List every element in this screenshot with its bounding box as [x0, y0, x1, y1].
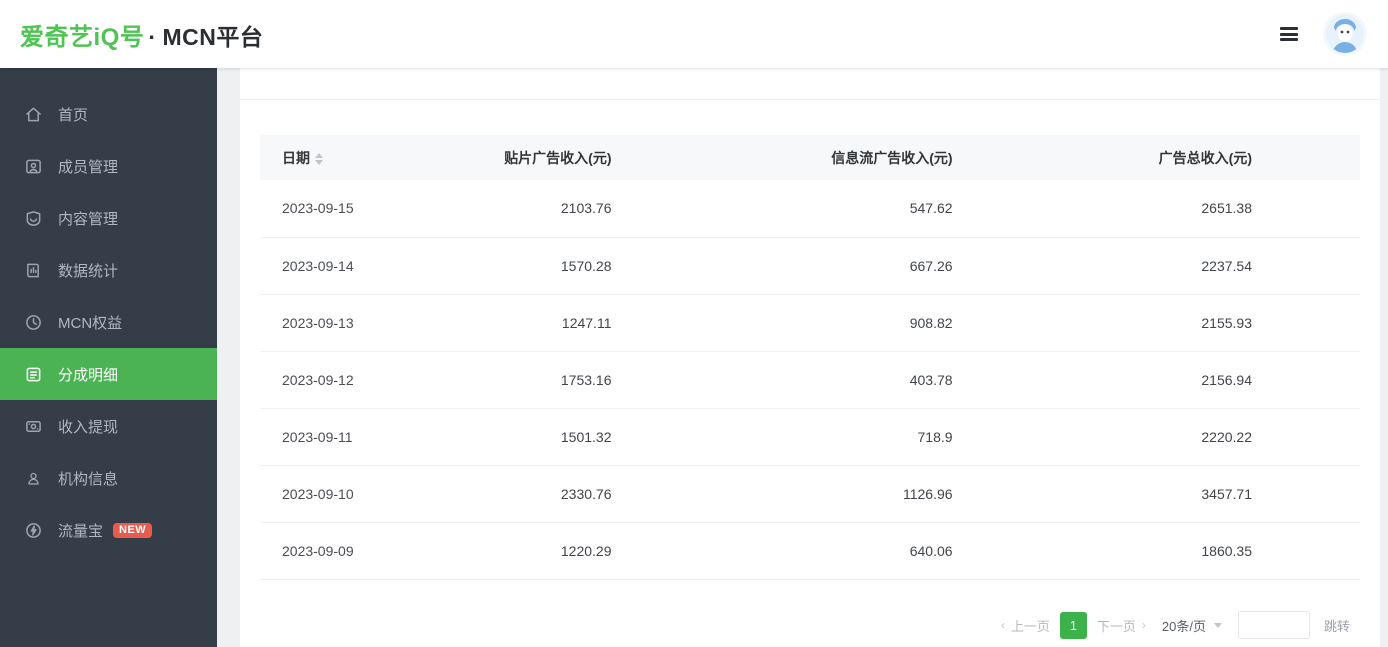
logo-separator: ·: [148, 24, 156, 51]
cell-feed-revenue: 1126.96: [719, 465, 1060, 522]
withdraw-icon: [24, 417, 42, 435]
sidebar-item-label: 首页: [58, 104, 88, 125]
sidebar-item-label: MCN权益: [58, 312, 122, 333]
cell-preroll-revenue: 1753.16: [399, 351, 719, 408]
cell-date: 2023-09-09: [260, 522, 399, 579]
sidebar-item-label: 数据统计: [58, 260, 118, 281]
cell-total-revenue: 1860.35: [1061, 522, 1360, 579]
jump-button[interactable]: 跳转: [1324, 616, 1350, 635]
logo-brand-text: 爱奇艺iQ号: [20, 17, 144, 52]
sidebar-item-6[interactable]: 分成明细: [0, 348, 217, 400]
cell-feed-revenue: 640.06: [719, 522, 1060, 579]
sidebar-item-label: 内容管理: [58, 208, 118, 229]
topbar-actions: [1280, 15, 1364, 53]
clock-icon: [24, 313, 42, 331]
prev-arrow-icon: ‹: [1001, 618, 1005, 632]
cell-total-revenue: 2155.93: [1061, 294, 1360, 351]
table-row: 2023-09-091220.29640.061860.35: [260, 522, 1360, 579]
logo-platform-text: MCN平台: [163, 18, 264, 52]
sidebar-item-8[interactable]: 机构信息: [0, 452, 217, 504]
home-icon: [24, 105, 42, 123]
sidebar-item-label: 成员管理: [58, 156, 118, 177]
content-card: 日期 贴片广告收入(元) 信息流广告收入(元) 广告总收入(元) 2023-09…: [240, 68, 1380, 647]
jump-page-input[interactable]: [1238, 611, 1310, 639]
next-page-button[interactable]: 下一页 ›: [1097, 616, 1146, 635]
avatar-figure-icon: [1326, 15, 1364, 53]
cell-total-revenue: 2220.22: [1061, 408, 1360, 465]
sidebar-item-9[interactable]: 流量宝 NEW: [0, 504, 217, 556]
column-header-feed: 信息流广告收入(元): [719, 135, 1060, 180]
table-row: 2023-09-131247.11908.822155.93: [260, 294, 1360, 351]
sidebar-item-2[interactable]: 成员管理: [0, 140, 217, 192]
next-arrow-icon: ›: [1142, 618, 1146, 632]
cell-total-revenue: 2651.38: [1061, 180, 1360, 237]
sidebar-nav: 首页成员管理内容管理数据统计 MCN权益分成明细收入提现机构信息流量宝 NEW: [0, 68, 217, 647]
members-icon: [24, 157, 42, 175]
new-badge: NEW: [113, 523, 152, 538]
cell-date: 2023-09-15: [260, 180, 399, 237]
cell-total-revenue: 2237.54: [1061, 237, 1360, 294]
page-size-label: 20条/页: [1162, 616, 1206, 635]
cell-feed-revenue: 718.9: [719, 408, 1060, 465]
next-page-label: 下一页: [1097, 616, 1136, 635]
cell-date: 2023-09-14: [260, 237, 399, 294]
column-header-preroll: 贴片广告收入(元): [399, 135, 719, 180]
sidebar-item-1[interactable]: 首页: [0, 88, 217, 140]
cell-feed-revenue: 908.82: [719, 294, 1060, 351]
cell-preroll-revenue: 1570.28: [399, 237, 719, 294]
content-toolbar: [240, 68, 1380, 100]
cell-date: 2023-09-10: [260, 465, 399, 522]
table-row: 2023-09-111501.32718.92220.22: [260, 408, 1360, 465]
table-row: 2023-09-152103.76547.622651.38: [260, 180, 1360, 237]
content-icon: [24, 209, 42, 227]
column-header-date-label: 日期: [282, 150, 310, 166]
sidebar-item-label: 分成明细: [58, 364, 118, 385]
table-row: 2023-09-102330.761126.963457.71: [260, 465, 1360, 522]
cell-date: 2023-09-12: [260, 351, 399, 408]
revenue-table-wrap: 日期 贴片广告收入(元) 信息流广告收入(元) 广告总收入(元) 2023-09…: [260, 135, 1360, 580]
cell-total-revenue: 3457.71: [1061, 465, 1360, 522]
table-row: 2023-09-141570.28667.262237.54: [260, 237, 1360, 294]
cell-preroll-revenue: 1501.32: [399, 408, 719, 465]
cell-total-revenue: 2156.94: [1061, 351, 1360, 408]
main-content: 日期 贴片广告收入(元) 信息流广告收入(元) 广告总收入(元) 2023-09…: [217, 68, 1388, 647]
sidebar-item-5[interactable]: MCN权益: [0, 296, 217, 348]
org-info-icon: [24, 469, 42, 487]
sort-toggle-icon[interactable]: [315, 153, 323, 165]
cell-feed-revenue: 403.78: [719, 351, 1060, 408]
cell-preroll-revenue: 2330.76: [399, 465, 719, 522]
revenue-detail-icon: [24, 365, 42, 383]
top-header: 爱奇艺iQ号 · MCN平台: [0, 0, 1388, 68]
cell-feed-revenue: 547.62: [719, 180, 1060, 237]
table-row: 2023-09-121753.16403.782156.94: [260, 351, 1360, 408]
cell-date: 2023-09-13: [260, 294, 399, 351]
sidebar-item-label: 机构信息: [58, 468, 118, 489]
sidebar-item-7[interactable]: 收入提现: [0, 400, 217, 452]
chevron-down-icon: [1214, 623, 1222, 628]
table-header-row: 日期 贴片广告收入(元) 信息流广告收入(元) 广告总收入(元): [260, 135, 1360, 180]
column-header-total: 广告总收入(元): [1061, 135, 1360, 180]
traffic-icon: [24, 521, 42, 539]
cell-preroll-revenue: 1220.29: [399, 522, 719, 579]
app-logo: 爱奇艺iQ号 · MCN平台: [20, 17, 263, 52]
prev-page-label: 上一页: [1011, 616, 1050, 635]
page-size-select[interactable]: 20条/页: [1162, 616, 1222, 635]
stats-icon: [24, 261, 42, 279]
cell-feed-revenue: 667.26: [719, 237, 1060, 294]
sidebar-item-label: 流量宝: [58, 520, 103, 541]
sidebar-item-3[interactable]: 内容管理: [0, 192, 217, 244]
page-number-current[interactable]: 1: [1060, 612, 1087, 639]
cell-date: 2023-09-11: [260, 408, 399, 465]
cell-preroll-revenue: 1247.11: [399, 294, 719, 351]
hamburger-menu-icon[interactable]: [1280, 27, 1298, 41]
user-avatar[interactable]: [1326, 15, 1364, 53]
column-header-date: 日期: [260, 135, 399, 180]
prev-page-button[interactable]: ‹ 上一页: [1001, 616, 1050, 635]
sidebar-item-4[interactable]: 数据统计: [0, 244, 217, 296]
cell-preroll-revenue: 2103.76: [399, 180, 719, 237]
pagination: ‹ 上一页 1 下一页 › 20条/页 跳转: [1001, 611, 1350, 639]
sidebar-item-label: 收入提现: [58, 416, 118, 437]
revenue-table: 日期 贴片广告收入(元) 信息流广告收入(元) 广告总收入(元) 2023-09…: [260, 135, 1360, 580]
